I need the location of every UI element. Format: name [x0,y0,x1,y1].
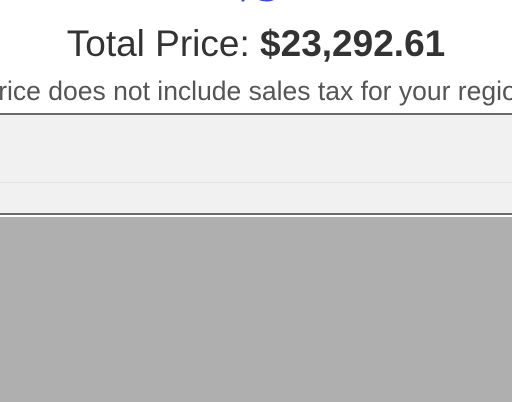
total-price-amount: $23,292.61 [260,23,446,64]
options-panel [0,113,512,215]
total-price-label: Total Price: [66,23,250,64]
sales-tax-note: Price does not include sales tax for you… [0,76,512,106]
modal-overlay [0,217,512,402]
panel-row[interactable] [0,115,512,183]
page: VS Total Price: $23,292.61 Price does no… [0,0,512,402]
total-price: Total Price: $23,292.61 [0,22,512,66]
partial-heading: VS [0,0,512,10]
